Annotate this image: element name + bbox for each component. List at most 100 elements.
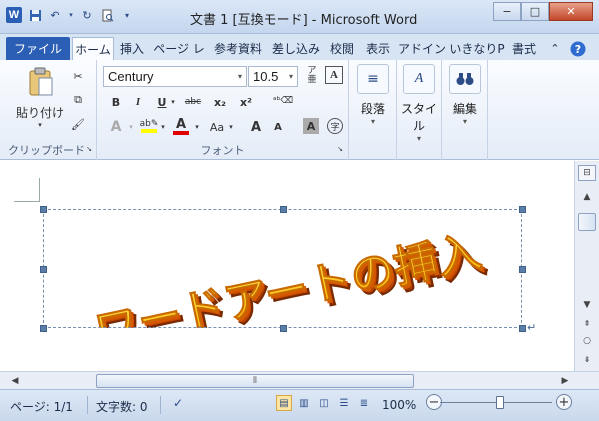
- previous-page-icon[interactable]: ⇞: [578, 315, 596, 331]
- phonetic-guide-icon[interactable]: ア亜: [303, 66, 321, 86]
- resize-handle[interactable]: [40, 266, 47, 273]
- paragraph-button[interactable]: ≡ 段落 ▾: [353, 64, 393, 140]
- clear-formatting-icon[interactable]: ᵃᵇ⌫: [273, 92, 293, 110]
- change-case-dropdown-icon[interactable]: ▾: [227, 118, 235, 136]
- maximize-button[interactable]: □: [521, 2, 549, 21]
- tab-custom[interactable]: いきなりP: [448, 37, 506, 60]
- web-layout-icon[interactable]: ◫: [316, 395, 332, 411]
- vertical-scrollbar[interactable]: ⊟ ▲ ▼ ⇞ ○ ⇟: [574, 161, 599, 371]
- tab-addins[interactable]: アドイン: [398, 37, 446, 60]
- outline-view-icon[interactable]: ☰: [336, 395, 352, 411]
- page-indicator[interactable]: ページ: 1/1: [10, 398, 73, 415]
- strikethrough-button[interactable]: abc: [183, 94, 203, 110]
- customize-qat-icon[interactable]: ▾: [120, 8, 134, 22]
- scroll-right-icon[interactable]: ▶: [556, 373, 574, 389]
- horizontal-scroll-thumb[interactable]: ⦀: [96, 374, 414, 388]
- editing-button[interactable]: 編集 ▾: [445, 64, 485, 140]
- close-button[interactable]: ✕: [549, 2, 593, 21]
- select-browse-object-icon[interactable]: ○: [578, 333, 596, 349]
- subscript-button[interactable]: x₂: [211, 94, 229, 110]
- draft-view-icon[interactable]: ≣: [356, 395, 372, 411]
- text-effects-icon[interactable]: A: [107, 118, 125, 136]
- char-border-icon[interactable]: A: [325, 66, 343, 84]
- group-styles[interactable]: A スタイル ▾: [397, 60, 442, 160]
- shrink-font-button[interactable]: A: [269, 118, 287, 136]
- resize-handle[interactable]: [519, 325, 526, 332]
- tab-references[interactable]: 参考資料: [210, 37, 266, 60]
- underline-dropdown-icon[interactable]: ▾: [169, 94, 177, 110]
- change-case-button[interactable]: Aa: [207, 118, 227, 136]
- bold-button[interactable]: B: [109, 94, 123, 110]
- tab-home[interactable]: ホーム: [72, 37, 114, 60]
- resize-handle[interactable]: [280, 325, 287, 332]
- cut-icon[interactable]: ✂: [70, 68, 86, 84]
- font-color-button[interactable]: A: [171, 116, 191, 136]
- proofing-icon[interactable]: ✓: [170, 395, 186, 411]
- resize-handle[interactable]: [519, 266, 526, 273]
- help-icon[interactable]: ?: [568, 37, 588, 60]
- font-color-swatch: [173, 130, 189, 135]
- paragraph-dropdown-icon: ▾: [370, 117, 375, 126]
- font-launcher-icon[interactable]: ↘: [335, 144, 345, 154]
- highlight-color-button[interactable]: ab✎: [139, 116, 159, 136]
- highlight-dropdown-icon[interactable]: ▾: [159, 118, 167, 136]
- next-page-icon[interactable]: ⇟: [578, 351, 596, 367]
- font-name-select[interactable]: Century ▾: [103, 66, 247, 87]
- resize-handle[interactable]: [280, 206, 287, 213]
- undo-icon[interactable]: ↶: [48, 8, 62, 22]
- print-layout-view-icon[interactable]: ▤: [276, 395, 292, 411]
- horizontal-scrollbar[interactable]: ◀ ⦀ ▶: [0, 371, 599, 389]
- wordart-selection-box[interactable]: [43, 209, 522, 328]
- group-paragraph[interactable]: ≡ 段落 ▾: [349, 60, 397, 160]
- scroll-left-icon[interactable]: ◀: [6, 373, 24, 389]
- italic-button[interactable]: I: [131, 94, 145, 110]
- scroll-down-icon[interactable]: ▼: [578, 297, 596, 313]
- font-size-select[interactable]: 10.5 ▾: [248, 66, 298, 87]
- char-shading-icon[interactable]: A: [303, 118, 319, 134]
- enclose-chars-icon[interactable]: 字: [327, 118, 343, 134]
- resize-handle[interactable]: [519, 206, 526, 213]
- zoom-in-button[interactable]: +: [556, 394, 572, 410]
- paragraph-mark-icon: ↵: [527, 321, 537, 334]
- font-size-value: 10.5: [253, 69, 279, 84]
- zoom-slider-thumb[interactable]: [496, 396, 504, 409]
- resize-handle[interactable]: [40, 325, 47, 332]
- resize-handle[interactable]: [40, 206, 47, 213]
- paste-dropdown-icon[interactable]: ▾: [34, 120, 46, 130]
- styles-button[interactable]: A スタイル ▾: [399, 64, 439, 143]
- clipboard-launcher-icon[interactable]: ↘: [84, 144, 94, 154]
- tab-format[interactable]: 書式: [508, 37, 540, 60]
- text-effects-dropdown-icon[interactable]: ▾: [127, 118, 135, 136]
- tab-file[interactable]: ファイル: [6, 37, 70, 60]
- print-preview-icon[interactable]: [100, 8, 114, 22]
- tab-mailings[interactable]: 差し込み: [268, 37, 324, 60]
- ruler-toggle-icon[interactable]: ⊟: [578, 165, 596, 181]
- tab-review[interactable]: 校閲: [326, 37, 358, 60]
- tab-page-layout[interactable]: ページ レ: [150, 37, 208, 60]
- tab-insert[interactable]: 挿入: [116, 37, 148, 60]
- full-screen-reading-icon[interactable]: ▥: [296, 395, 312, 411]
- tab-view[interactable]: 表示: [360, 37, 396, 60]
- redo-icon[interactable]: ↻: [80, 8, 94, 22]
- grow-font-button[interactable]: A: [247, 118, 265, 136]
- group-editing[interactable]: 編集 ▾: [442, 60, 488, 160]
- scroll-up-icon[interactable]: ▲: [578, 189, 596, 205]
- scroll-grip-icon: ⦀: [253, 376, 257, 386]
- word-app-icon[interactable]: W: [6, 7, 22, 23]
- undo-dropdown-icon[interactable]: ▾: [68, 8, 74, 22]
- paste-button-label[interactable]: 貼り付け: [12, 104, 68, 120]
- window-title: 文書 1 [互換モード] - Microsoft Word: [190, 13, 418, 28]
- font-color-dropdown-icon[interactable]: ▾: [193, 118, 201, 136]
- format-painter-icon[interactable]: 🖌: [70, 116, 86, 132]
- underline-button[interactable]: U: [155, 94, 169, 110]
- vertical-scroll-thumb[interactable]: [578, 213, 596, 231]
- copy-icon[interactable]: ⧉: [70, 92, 86, 108]
- save-icon[interactable]: [28, 8, 42, 22]
- paste-icon[interactable]: [26, 66, 56, 98]
- status-divider: [87, 396, 88, 414]
- zoom-level[interactable]: 100%: [382, 398, 416, 412]
- minimize-button[interactable]: −: [493, 2, 521, 21]
- superscript-button[interactable]: x²: [237, 94, 255, 110]
- minimize-ribbon-icon[interactable]: ⌃: [546, 37, 564, 60]
- word-count[interactable]: 文字数: 0: [96, 398, 148, 415]
